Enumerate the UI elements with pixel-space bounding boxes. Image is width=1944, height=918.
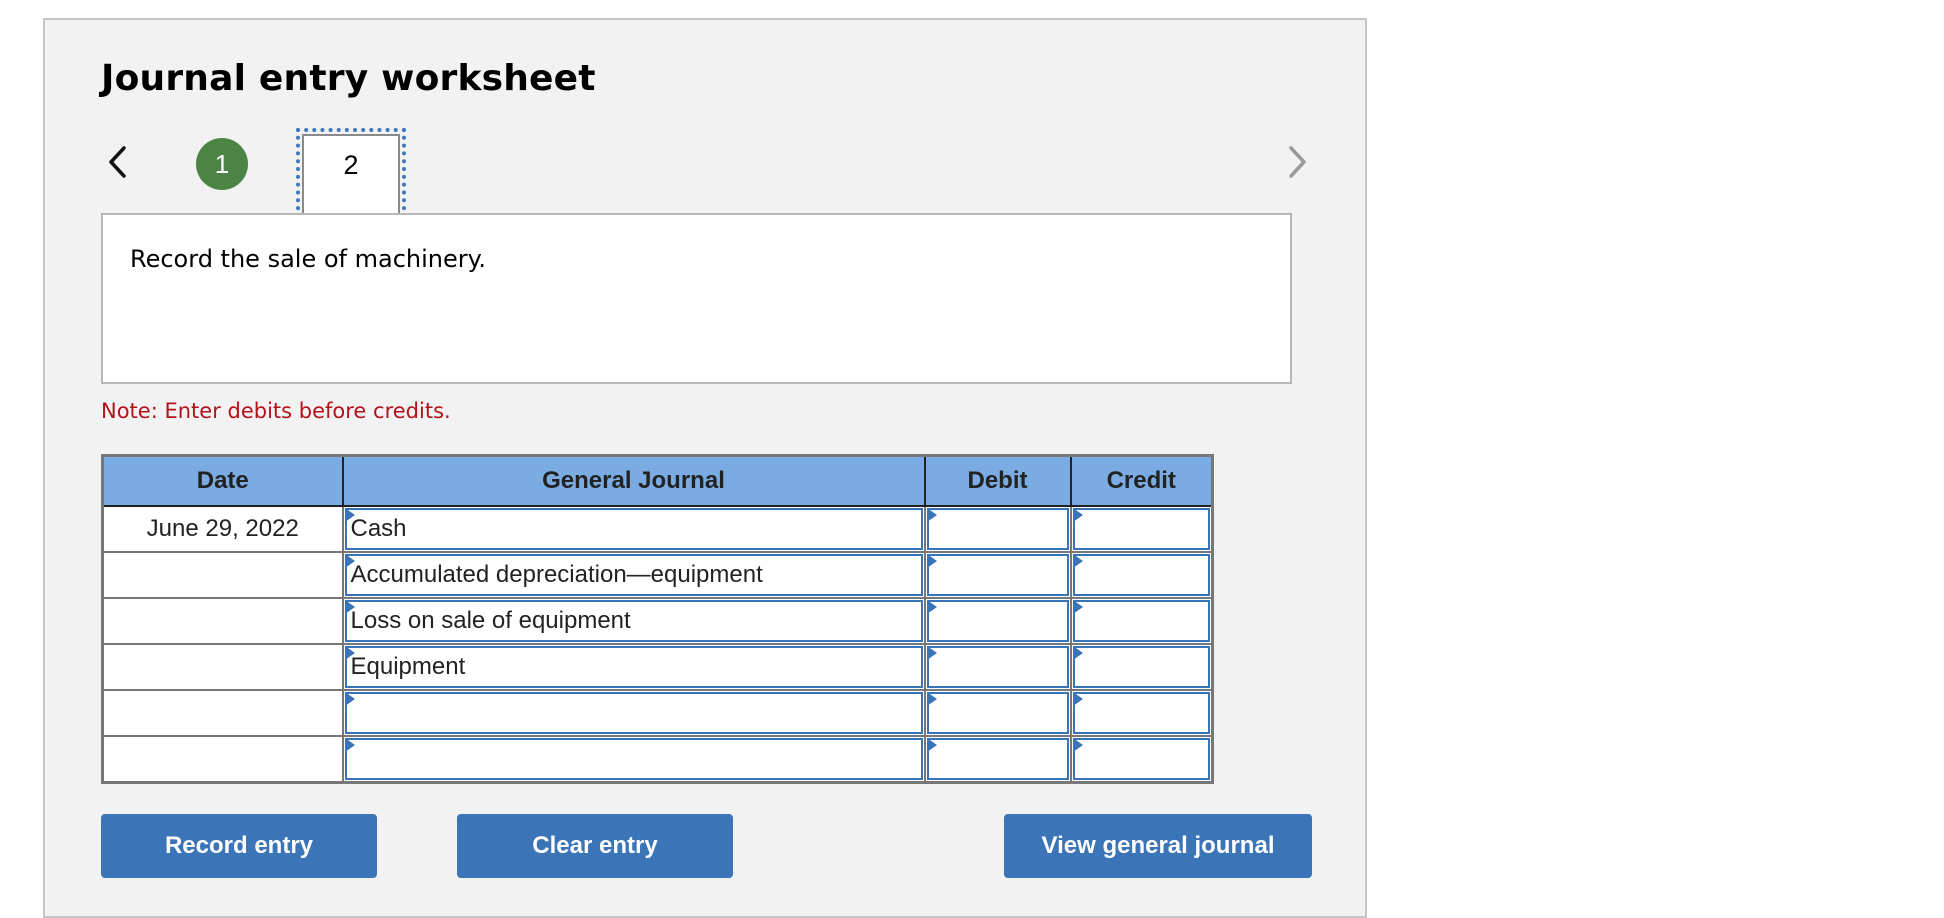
debit-cell xyxy=(923,735,1072,784)
debit-cell xyxy=(923,597,1072,645)
dropdown-flag-icon xyxy=(926,600,937,614)
header-debit: Debit xyxy=(923,454,1072,507)
debit-cell xyxy=(923,643,1072,691)
account-field[interactable]: Cash xyxy=(344,508,923,550)
header-date: Date xyxy=(101,454,344,507)
dropdown-flag-icon xyxy=(344,692,355,706)
date-cell xyxy=(101,689,344,737)
header-credit: Credit xyxy=(1069,454,1214,507)
chevron-right-icon xyxy=(1289,146,1306,178)
credit-field[interactable] xyxy=(1072,738,1210,780)
account-field[interactable]: Loss on sale of equipment xyxy=(344,600,923,642)
journal-row: June 29, 2022 Cash xyxy=(101,505,1214,553)
journal-row xyxy=(101,689,1214,737)
account-field[interactable] xyxy=(344,738,923,780)
dropdown-flag-icon xyxy=(344,600,355,614)
journal-row: Accumulated depreciation—equipment xyxy=(101,551,1214,599)
account-cell: Loss on sale of equipment xyxy=(341,597,926,645)
account-cell: Cash xyxy=(341,505,926,553)
dropdown-flag-icon xyxy=(926,508,937,522)
credit-cell xyxy=(1069,643,1214,691)
date-cell: June 29, 2022 xyxy=(101,505,344,553)
account-field[interactable]: Accumulated depreciation—equipment xyxy=(344,554,923,596)
journal-row: Loss on sale of equipment xyxy=(101,597,1214,645)
dropdown-flag-icon xyxy=(344,646,355,660)
dropdown-flag-icon xyxy=(926,646,937,660)
debit-cell xyxy=(923,689,1072,737)
credit-cell xyxy=(1069,551,1214,599)
debit-cell xyxy=(923,505,1072,553)
dropdown-flag-icon xyxy=(1072,738,1083,752)
debit-cell xyxy=(923,551,1072,599)
account-cell xyxy=(341,735,926,784)
dropdown-flag-icon xyxy=(1072,646,1083,660)
clear-entry-button[interactable]: Clear entry xyxy=(457,814,733,878)
step-1-label: 1 xyxy=(214,148,230,179)
dropdown-flag-icon xyxy=(344,554,355,568)
note-text: Note: Enter debits before credits. xyxy=(101,399,451,423)
dropdown-flag-icon xyxy=(926,692,937,706)
debit-field[interactable] xyxy=(926,600,1069,642)
previous-button[interactable] xyxy=(104,145,130,179)
credit-field[interactable] xyxy=(1072,646,1210,688)
view-general-journal-button[interactable]: View general journal xyxy=(1004,814,1312,878)
debit-field[interactable] xyxy=(926,508,1069,550)
dropdown-flag-icon xyxy=(1072,600,1083,614)
step-2-label: 2 xyxy=(343,150,359,180)
step-1-button[interactable]: 1 xyxy=(196,138,248,190)
debit-field[interactable] xyxy=(926,554,1069,596)
debit-field[interactable] xyxy=(926,738,1069,780)
account-cell xyxy=(341,689,926,737)
credit-cell xyxy=(1069,689,1214,737)
step-2-tab[interactable]: 2 xyxy=(296,128,406,218)
record-entry-button[interactable]: Record entry xyxy=(101,814,377,878)
journal-table: Date General Journal Debit Credit June 2… xyxy=(101,454,1214,784)
dropdown-flag-icon xyxy=(926,554,937,568)
prompt-box: Record the sale of machinery. xyxy=(101,213,1292,384)
credit-field[interactable] xyxy=(1072,600,1210,642)
account-field[interactable] xyxy=(344,692,923,734)
date-cell xyxy=(101,735,344,784)
step-2-tab-body: 2 xyxy=(302,134,400,218)
next-button[interactable] xyxy=(1284,145,1310,179)
credit-cell xyxy=(1069,597,1214,645)
dropdown-flag-icon xyxy=(344,738,355,752)
credit-cell xyxy=(1069,735,1214,784)
chevron-left-icon xyxy=(109,146,126,178)
account-cell: Equipment xyxy=(341,643,926,691)
debit-field[interactable] xyxy=(926,646,1069,688)
header-general-journal: General Journal xyxy=(341,454,926,507)
dropdown-flag-icon xyxy=(1072,554,1083,568)
account-cell: Accumulated depreciation—equipment xyxy=(341,551,926,599)
dropdown-flag-icon xyxy=(1072,692,1083,706)
dropdown-flag-icon xyxy=(926,738,937,752)
credit-field[interactable] xyxy=(1072,692,1210,734)
account-field[interactable]: Equipment xyxy=(344,646,923,688)
journal-row xyxy=(101,735,1214,784)
debit-field[interactable] xyxy=(926,692,1069,734)
date-cell xyxy=(101,597,344,645)
date-cell xyxy=(101,643,344,691)
credit-cell xyxy=(1069,505,1214,553)
journal-row: Equipment xyxy=(101,643,1214,691)
dropdown-flag-icon xyxy=(344,508,355,522)
page-title: Journal entry worksheet xyxy=(101,58,596,99)
date-cell xyxy=(101,551,344,599)
journal-header-row: Date General Journal Debit Credit xyxy=(101,454,1214,507)
credit-field[interactable] xyxy=(1072,554,1210,596)
dropdown-flag-icon xyxy=(1072,508,1083,522)
credit-field[interactable] xyxy=(1072,508,1210,550)
prompt-text: Record the sale of machinery. xyxy=(130,245,487,273)
